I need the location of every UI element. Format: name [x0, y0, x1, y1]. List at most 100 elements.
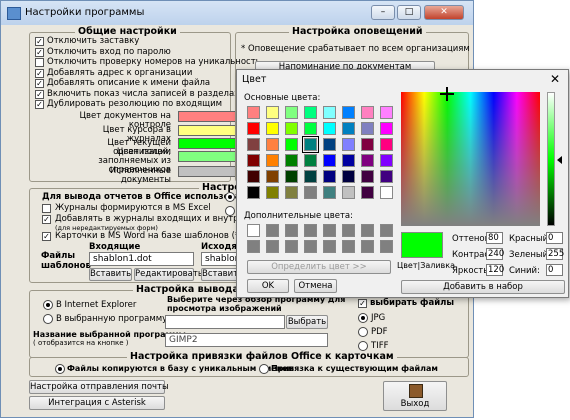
- basic-color-cell[interactable]: [266, 138, 279, 151]
- ie-radio[interactable]: [43, 300, 53, 310]
- program-path-input[interactable]: [165, 315, 285, 329]
- basic-color-cell[interactable]: [380, 170, 393, 183]
- luminance-slider[interactable]: [547, 92, 555, 226]
- basic-color-cell[interactable]: [304, 186, 317, 199]
- basic-color-cell[interactable]: [285, 138, 298, 151]
- format-radio[interactable]: [358, 313, 368, 323]
- basic-color-cell[interactable]: [361, 122, 374, 135]
- basic-color-cell[interactable]: [266, 154, 279, 167]
- insert-outgoing-button[interactable]: Вставить: [201, 268, 243, 281]
- basic-color-cell[interactable]: [285, 122, 298, 135]
- general-checkbox[interactable]: [35, 58, 44, 67]
- exit-button[interactable]: Выход: [383, 381, 447, 411]
- general-checkbox[interactable]: ✓: [35, 47, 44, 57]
- luminance-arrow-icon[interactable]: [557, 156, 562, 164]
- basic-color-cell[interactable]: [247, 138, 260, 151]
- select-files-checkbox[interactable]: ✓: [358, 299, 367, 308]
- cancel-button[interactable]: Отмена: [294, 279, 337, 293]
- binding-copy-radio[interactable]: [55, 364, 65, 374]
- basic-color-cell[interactable]: [361, 154, 374, 167]
- basic-color-cell[interactable]: [304, 154, 317, 167]
- program-radio[interactable]: [43, 314, 53, 324]
- basic-color-cell[interactable]: [285, 106, 298, 119]
- binding-link-radio[interactable]: [259, 364, 269, 374]
- maximize-button[interactable]: □: [397, 5, 421, 20]
- basic-color-cell[interactable]: [304, 170, 317, 183]
- outgoing-template-input[interactable]: shablon2: [201, 252, 239, 266]
- custom-color-cell[interactable]: [361, 224, 374, 237]
- excel-checkbox[interactable]: [42, 204, 51, 213]
- custom-color-cell[interactable]: [247, 240, 260, 253]
- word-cards-checkbox[interactable]: ✓: [42, 232, 51, 241]
- custom-color-cell[interactable]: [342, 240, 355, 253]
- basic-color-cell[interactable]: [247, 106, 260, 119]
- custom-color-cell[interactable]: [342, 224, 355, 237]
- basic-color-cell[interactable]: [266, 170, 279, 183]
- basic-color-cell[interactable]: [304, 106, 317, 119]
- custom-color-cell[interactable]: [380, 224, 393, 237]
- basic-color-cell[interactable]: [361, 186, 374, 199]
- custom-color-cell[interactable]: [285, 240, 298, 253]
- basic-color-cell[interactable]: [323, 138, 336, 151]
- general-checkbox[interactable]: ✓: [35, 100, 44, 109]
- general-checkbox[interactable]: ✓: [35, 68, 44, 78]
- basic-color-cell[interactable]: [266, 122, 279, 135]
- hue-input[interactable]: 80: [486, 232, 503, 244]
- format-radio[interactable]: [358, 327, 368, 337]
- basic-color-cell[interactable]: [285, 186, 298, 199]
- close-button[interactable]: ✕: [424, 5, 464, 20]
- basic-color-cell[interactable]: [361, 106, 374, 119]
- custom-color-cell[interactable]: [380, 240, 393, 253]
- basic-color-cell[interactable]: [361, 138, 374, 151]
- general-checkbox[interactable]: ✓: [35, 89, 44, 99]
- basic-color-cell[interactable]: [342, 170, 355, 183]
- basic-color-cell[interactable]: [380, 154, 393, 167]
- define-color-button[interactable]: Определить цвет >>: [247, 260, 391, 274]
- basic-color-cell[interactable]: [380, 106, 393, 119]
- basic-color-cell[interactable]: [302, 136, 319, 153]
- red-input[interactable]: 0: [546, 232, 563, 244]
- ok-button[interactable]: OK: [247, 279, 289, 293]
- basic-color-cell[interactable]: [304, 122, 317, 135]
- basic-color-cell[interactable]: [285, 154, 298, 167]
- choose-program-button[interactable]: Выбрать: [286, 315, 328, 329]
- basic-color-cell[interactable]: [380, 186, 393, 199]
- add-to-custom-button[interactable]: Добавить в набор: [401, 280, 565, 294]
- sat-input[interactable]: 240: [486, 248, 504, 260]
- basic-color-cell[interactable]: [342, 138, 355, 151]
- custom-color-cell[interactable]: [323, 240, 336, 253]
- color-spectrum[interactable]: [401, 92, 540, 226]
- add-journals-checkbox[interactable]: ✓: [42, 215, 51, 224]
- green-input[interactable]: 255: [546, 248, 564, 260]
- basic-color-cell[interactable]: [323, 122, 336, 135]
- custom-color-cell[interactable]: [247, 224, 260, 237]
- basic-color-cell[interactable]: [247, 122, 260, 135]
- basic-color-cell[interactable]: [323, 170, 336, 183]
- basic-color-cell[interactable]: [247, 170, 260, 183]
- basic-color-cell[interactable]: [323, 106, 336, 119]
- basic-color-cell[interactable]: [342, 186, 355, 199]
- lum-input[interactable]: 120: [486, 264, 504, 276]
- basic-color-cell[interactable]: [342, 154, 355, 167]
- basic-color-cell[interactable]: [285, 170, 298, 183]
- minimize-button[interactable]: –: [371, 5, 395, 20]
- color-dialog-close-icon[interactable]: ✕: [550, 72, 560, 86]
- incoming-template-input[interactable]: shablon1.dot: [89, 252, 194, 266]
- basic-color-cell[interactable]: [266, 186, 279, 199]
- custom-color-cell[interactable]: [304, 240, 317, 253]
- asterisk-button[interactable]: Интеграция с Asterisk: [29, 396, 165, 410]
- custom-color-cell[interactable]: [323, 224, 336, 237]
- format-radio[interactable]: [358, 341, 368, 351]
- basic-color-cell[interactable]: [361, 170, 374, 183]
- custom-color-cell[interactable]: [285, 224, 298, 237]
- basic-color-cell[interactable]: [323, 154, 336, 167]
- blue-input[interactable]: 0: [546, 264, 563, 276]
- custom-color-cell[interactable]: [266, 240, 279, 253]
- basic-color-cell[interactable]: [266, 106, 279, 119]
- basic-color-cell[interactable]: [342, 122, 355, 135]
- custom-color-cell[interactable]: [304, 224, 317, 237]
- custom-color-cell[interactable]: [266, 224, 279, 237]
- basic-color-cell[interactable]: [247, 186, 260, 199]
- mail-settings-button[interactable]: Настройка отправления почты: [29, 380, 169, 394]
- general-checkbox[interactable]: ✓: [35, 79, 44, 88]
